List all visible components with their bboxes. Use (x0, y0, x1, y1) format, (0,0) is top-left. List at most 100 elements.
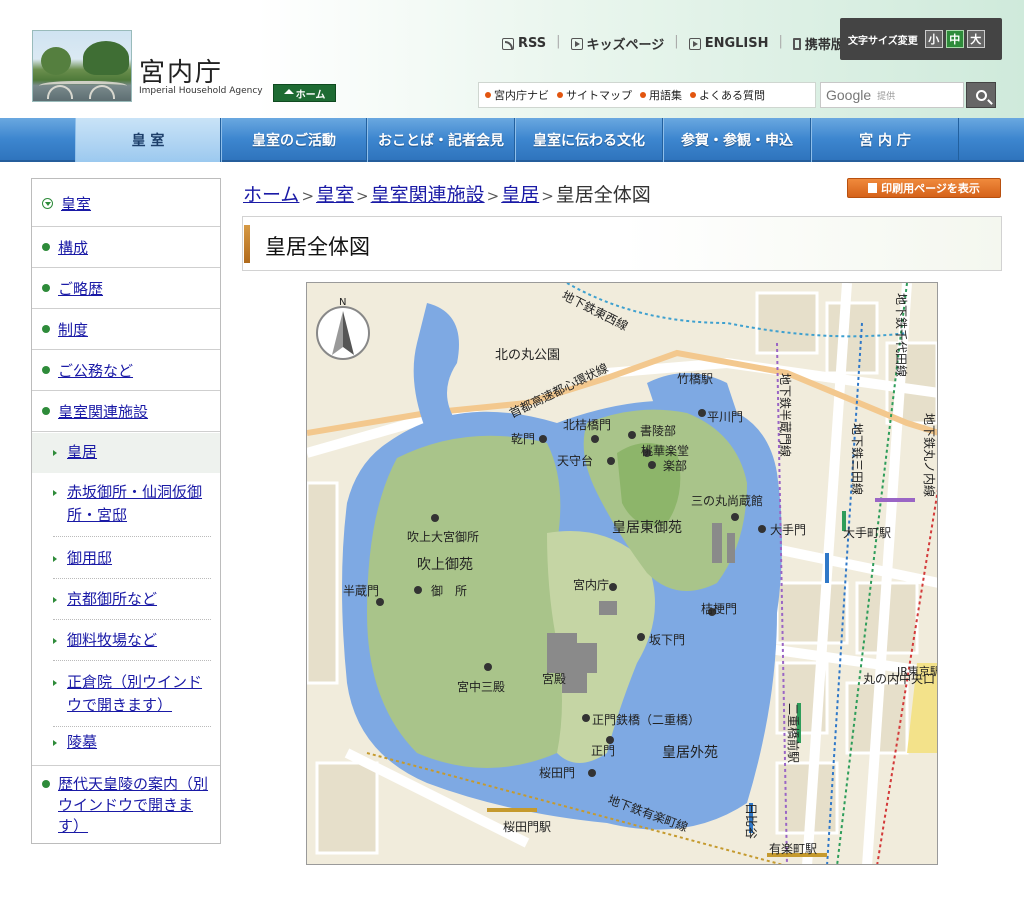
map-label: 半蔵門 (343, 584, 379, 598)
print-label: 印刷用ページを表示 (881, 182, 980, 195)
sidebar-item-label[interactable]: 制度 (58, 319, 88, 340)
map-label: 坂下門 (649, 633, 685, 647)
sidebar-subitem-label[interactable]: 陵墓 (67, 731, 97, 754)
sidebar-subitem-akasaka[interactable]: 赤坂御所・仙洞仮御所・宮邸 (53, 481, 211, 537)
map-label: 大手町駅 (843, 526, 891, 540)
bullet-icon (42, 366, 50, 374)
nav-item-visits[interactable]: 参賀・参観・申込 (663, 118, 811, 162)
faq-link[interactable]: よくある質問 (690, 87, 765, 103)
map-label: 楽部 (663, 458, 687, 473)
nav-item-kunaicho[interactable]: 宮 内 庁 (811, 118, 959, 162)
bullet-icon (42, 407, 50, 415)
triangle-icon (53, 556, 57, 562)
title-accent-bar (244, 225, 250, 263)
bullet-icon (485, 92, 491, 98)
sidebar-subitem-label[interactable]: 御料牧場など (67, 629, 157, 652)
triangle-icon (53, 680, 57, 686)
sidebar-subitem-label[interactable]: 皇居 (67, 441, 97, 464)
sidebar-item-label[interactable]: ご略歴 (58, 278, 103, 299)
sidebar-subitem-shosoin[interactable]: 正倉院（別ウインドウで開きます） (53, 671, 211, 727)
breadcrumb-shisetsu[interactable]: 皇室関連施設 (371, 184, 485, 206)
breadcrumb-current: 皇居全体図 (555, 184, 651, 206)
home-button[interactable]: ホーム (273, 84, 336, 102)
english-link[interactable]: ENGLISH (688, 34, 769, 53)
mobile-link[interactable]: 携帯版 (792, 34, 844, 53)
nav-item-activities[interactable]: 皇室のご活動 (221, 118, 367, 162)
rss-link[interactable]: RSS (502, 34, 546, 53)
map-label: 皇居東御苑 (612, 520, 682, 536)
triangle-icon (53, 490, 57, 496)
sidebar-item-seido[interactable]: 制度 (32, 309, 220, 350)
map-label: 地下鉄半蔵門線 (778, 373, 793, 457)
font-size-medium-button[interactable]: 中 (945, 30, 964, 48)
rss-label: RSS (518, 36, 547, 51)
sidebar: 皇室 構成 ご略歴 制度 ご公務など 皇室関連施設 皇居 赤坂御所・仙洞仮御所・… (31, 178, 221, 844)
map-svg: N 北の丸公園 首都高速都心環状線 地下鉄東西線 竹橋駅 平川門 北桔橋門 書陵… (307, 283, 937, 864)
sidebar-item-koshitsu[interactable]: 皇室 (32, 179, 220, 227)
breadcrumb-kokyo[interactable]: 皇居 (501, 184, 539, 206)
map-label: 大手門 (770, 523, 806, 537)
bullet-icon (42, 243, 50, 251)
palace-map: N 北の丸公園 首都高速都心環状線 地下鉄東西線 竹橋駅 平川門 北桔橋門 書陵… (306, 282, 938, 865)
sidebar-item-label[interactable]: ご公務など (58, 360, 133, 381)
map-label: 宮殿 (542, 671, 566, 686)
sidebar-subitem-label[interactable]: 御用邸 (67, 547, 112, 570)
search-button[interactable] (966, 82, 996, 108)
font-size-small-button[interactable]: 小 (924, 30, 943, 48)
map-label: 地下鉄丸ノ内線 (922, 413, 937, 497)
top-links: RSS | キッズページ | ENGLISH | 携帯版 (502, 34, 844, 53)
sidebar-item-ryakureki[interactable]: ご略歴 (32, 268, 220, 309)
sidebar-subitem-kyoto[interactable]: 京都御所など (53, 588, 211, 620)
map-label: 桔梗門 (701, 601, 737, 616)
nav-item-koshitsu[interactable]: 皇 室 (75, 118, 221, 162)
search-input[interactable]: Google 提供 (820, 82, 964, 108)
print-page-button[interactable]: 印刷用ページを表示 (847, 178, 1001, 198)
logo-photo[interactable] (32, 30, 132, 102)
sidebar-item-koumu[interactable]: ご公務など (32, 350, 220, 391)
map-label: 正門 (591, 744, 615, 758)
map-label: 書陵部 (640, 423, 676, 438)
sidebar-subitem-kokyo[interactable]: 皇居 (32, 433, 220, 473)
sidebar-item-label[interactable]: 皇室関連施設 (58, 401, 148, 422)
map-label: 天守台 (557, 453, 593, 468)
sidebar-subitem-label[interactable]: 赤坂御所・仙洞仮御所・宮邸 (67, 481, 211, 527)
map-label: 桜田門 (539, 766, 575, 780)
map-label: 吹上御苑 (417, 557, 473, 573)
sidebar-subitem-bokujo[interactable]: 御料牧場など (53, 629, 211, 661)
map-label: 地下鉄三田線 (850, 423, 865, 495)
sidebar-subitem-label[interactable]: 正倉院（別ウインドウで開きます） (67, 671, 211, 717)
nav-item-culture[interactable]: 皇室に伝わる文化 (515, 118, 663, 162)
sidebar-item-kosei[interactable]: 構成 (32, 227, 220, 268)
sitemap-link[interactable]: サイトマップ (557, 87, 632, 103)
global-nav: 皇 室 皇室のご活動 おことば・記者会見 皇室に伝わる文化 参賀・参観・申込 宮… (0, 118, 1024, 162)
kids-link[interactable]: キッズページ (570, 34, 664, 53)
sidebar-subitem-label[interactable]: 京都御所など (67, 588, 157, 611)
home-icon (283, 88, 294, 94)
breadcrumb-home[interactable]: ホーム (243, 184, 299, 206)
sidebar-subitem-goyotei[interactable]: 御用邸 (53, 547, 211, 579)
page-title: 皇居全体図 (265, 235, 370, 259)
sidebar-subitem-ryobo[interactable]: 陵墓 (53, 731, 211, 765)
search-icon (975, 89, 987, 101)
navi-link[interactable]: 宮内庁ナビ (485, 87, 549, 103)
sidebar-item-ryo-annai[interactable]: 歴代天皇陵の案内（別ウインドウで開きます） (32, 765, 220, 843)
print-icon (868, 183, 878, 193)
breadcrumb-koshitsu[interactable]: 皇室 (316, 184, 354, 206)
site-name[interactable]: 宮内庁 (139, 52, 223, 89)
expand-icon (42, 198, 53, 209)
arrow-icon (570, 37, 583, 50)
triangle-icon (53, 450, 57, 456)
nav-item-okotoba[interactable]: おことば・記者会見 (367, 118, 515, 162)
divider: | (556, 34, 561, 49)
sidebar-item-label[interactable]: 構成 (58, 237, 88, 258)
triangle-icon (53, 597, 57, 603)
english-label: ENGLISH (704, 36, 769, 51)
font-size-large-button[interactable]: 大 (966, 30, 985, 48)
map-label: 北の丸公園 (495, 348, 560, 363)
sidebar-item-label[interactable]: 歴代天皇陵の案内（別ウインドウで開きます） (58, 774, 208, 837)
home-label: ホーム (295, 89, 326, 101)
sidebar-item-label[interactable]: 皇室 (61, 193, 91, 214)
glossary-link[interactable]: 用語集 (640, 87, 682, 103)
site-header: 宮内庁 Imperial Household Agency ホーム RSS | … (0, 0, 1024, 118)
sidebar-item-shisetsu[interactable]: 皇室関連施設 (32, 391, 220, 432)
